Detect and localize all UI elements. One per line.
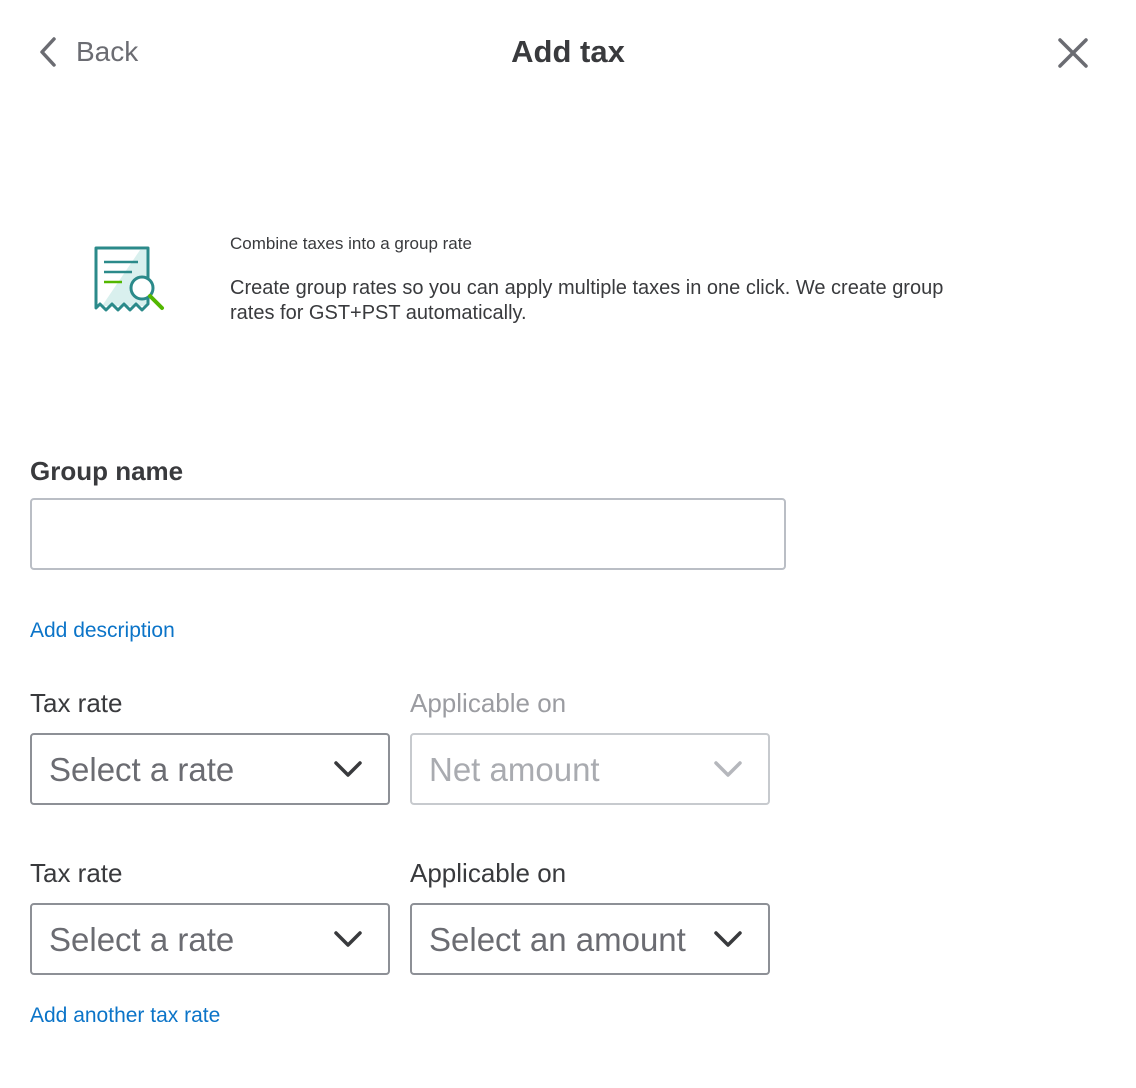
applicable-on-label: Applicable on (410, 688, 567, 718)
close-button[interactable] (1052, 32, 1094, 74)
chevron-down-icon (332, 927, 364, 951)
chevron-down-icon (712, 757, 744, 781)
promo-description: Create group rates so you can apply mult… (230, 277, 944, 324)
applicable-on-select-value: Net amount (429, 751, 600, 788)
add-description-link[interactable]: Add description (30, 619, 175, 643)
chevron-down-icon (332, 757, 364, 781)
group-name-label: Group name (30, 456, 184, 486)
chevron-down-icon (712, 927, 744, 951)
tax-rate-label: Tax rate (30, 688, 123, 718)
tax-rate-label: Tax rate (30, 858, 123, 888)
dialog-header: Back Add tax (0, 0, 1136, 104)
tax-rate-select-value: Select a rate (49, 751, 235, 788)
receipt-search-icon (92, 242, 168, 318)
applicable-on-select: Net amount (410, 733, 770, 805)
applicable-on-select[interactable]: Select an amount (410, 903, 770, 975)
add-another-tax-rate-link[interactable]: Add another tax rate (30, 1004, 220, 1028)
tax-rate-select[interactable]: Select a rate (30, 733, 390, 805)
tax-rate-select-value: Select a rate (49, 921, 235, 958)
dialog-title: Add tax (511, 34, 625, 69)
tax-rate-select[interactable]: Select a rate (30, 903, 390, 975)
applicable-on-select-value: Select an amount (429, 921, 686, 958)
promo-title: Combine taxes into a group rate (230, 234, 472, 253)
group-name-input[interactable] (30, 498, 786, 570)
applicable-on-label: Applicable on (410, 858, 567, 888)
close-icon (1052, 38, 1094, 78)
